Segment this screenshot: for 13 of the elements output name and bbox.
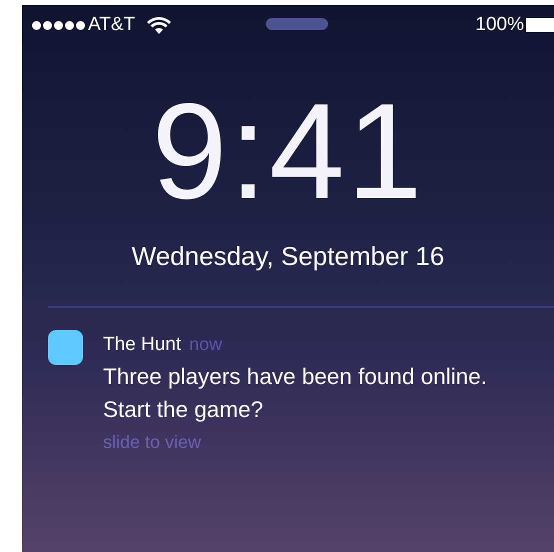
wifi-icon: [147, 16, 172, 34]
signal-icon: [32, 20, 85, 30]
notification-time: now: [189, 334, 222, 355]
battery-icon: [526, 18, 554, 32]
speaker-bar: [266, 18, 328, 30]
notification-message: Three players have been found online. Start the game?: [103, 363, 488, 424]
app-name: The Hunt: [103, 334, 182, 356]
carrier-name: AT&T: [88, 14, 136, 36]
clock-time: 9:41: [150, 83, 426, 219]
slide-hint: slide to view: [103, 432, 202, 453]
date-text: Wednesday, September 16: [130, 241, 446, 272]
app-icon: [48, 330, 83, 365]
battery-percentage: 100%: [475, 14, 524, 36]
